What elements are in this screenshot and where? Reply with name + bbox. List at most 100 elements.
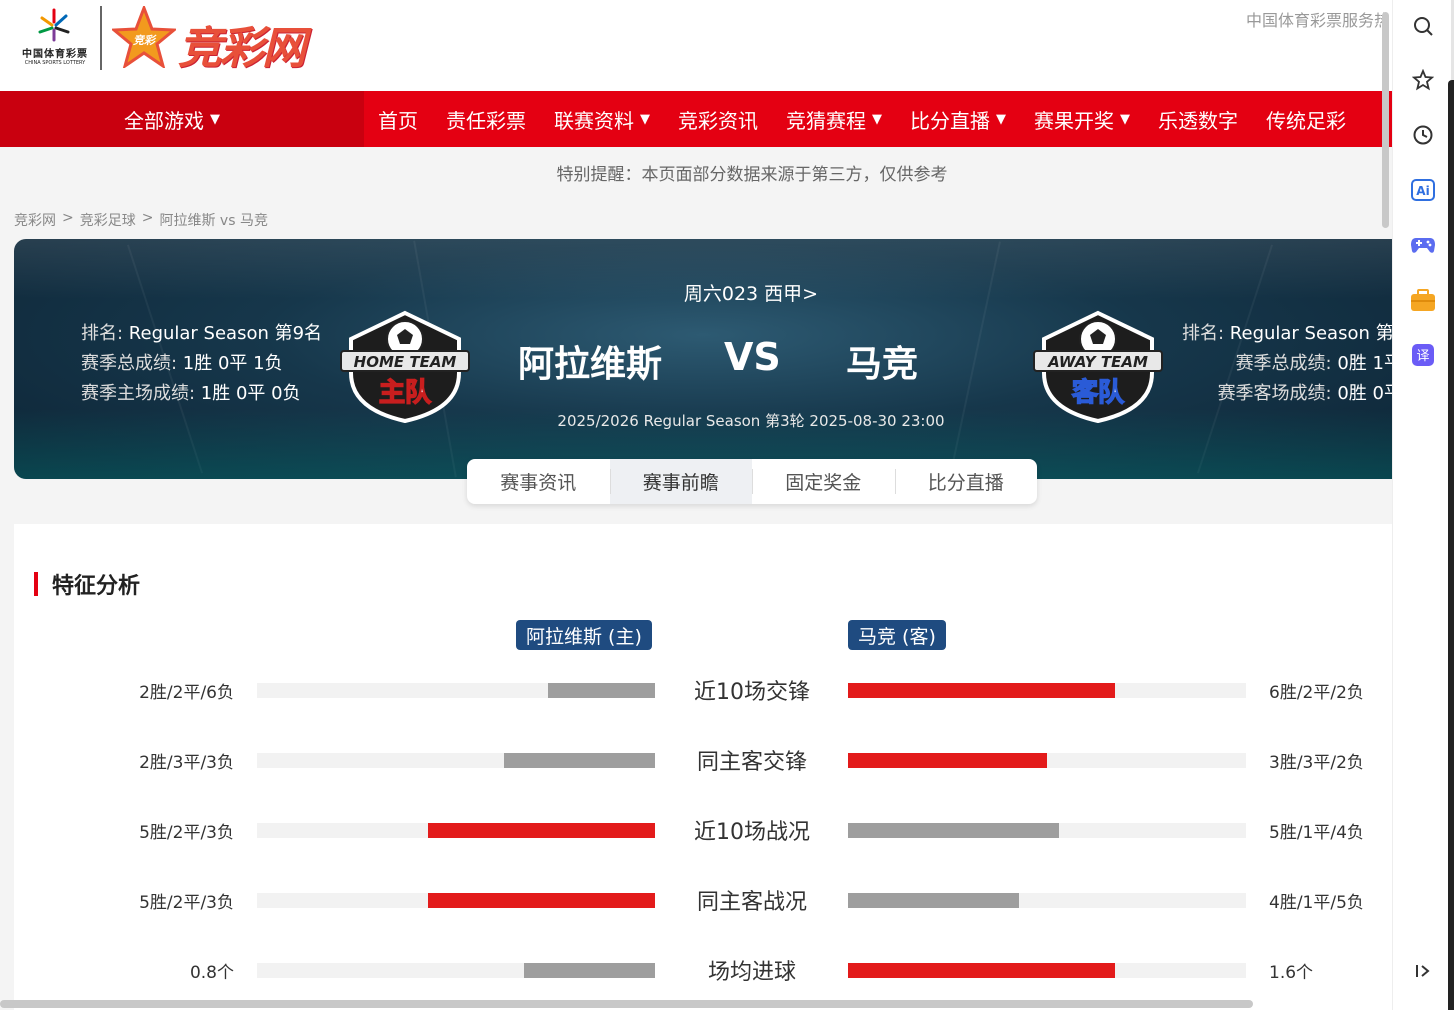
chevron-down-icon: ▼ [872,111,882,127]
tab-3[interactable]: 固定奖金 [752,459,895,504]
metric-label: 同主客交锋 [696,750,807,775]
home-rank: 排名: Regular Season 第9名 [81,323,323,344]
star-icon[interactable] [1407,64,1439,96]
collapse-panel-icon[interactable] [1407,955,1439,987]
nav-items: 首页 责任彩票 联赛资料 ▼ 竞彩资讯 竞猜赛程 ▼ 比分直播 ▼ 赛果开奖 ▼ 乐透数字 传统足彩 [364,91,1360,147]
horizontal-scrollbar[interactable] [0,1000,1253,1008]
nav-item[interactable]: 首页 [364,91,432,147]
chevron-down-icon: ▼ [996,111,1006,127]
nav-item[interactable]: 竞猜赛程 ▼ [772,91,896,147]
home-badge-main-text: 主队 [379,378,432,408]
away-badge-top-text: AWAY TEAM [1047,353,1148,371]
nav-item[interactable]: 责任彩票 [432,91,540,147]
chevron-down-icon: ▼ [210,111,220,127]
all-games-label: 全部游戏 [124,108,204,133]
nav-item-label: 联赛资料 [554,108,634,133]
match-hero: 排名: Regular Season 第9名 赛季总成绩: 1胜 0平 1负 赛… [14,239,1392,479]
nav-item[interactable]: 比分直播 ▼ [896,91,1020,147]
site-name: 竞彩网 [178,23,306,74]
nav-item[interactable]: 联赛资料 ▼ [540,91,664,147]
away-team-tag: 马竞 (客) [848,620,946,650]
home-bar-fill [428,893,655,908]
chevron-down-icon: ▼ [1120,111,1130,127]
breadcrumb-home[interactable]: 竞彩网 [14,210,56,230]
home-bar-track [257,963,655,978]
away-bar-track [848,963,1246,978]
breadcrumb-separator: > [141,210,154,226]
away-value: 6胜/2平/2负 [1269,683,1364,703]
breadcrumb-football[interactable]: 竞彩足球 [80,210,136,230]
lottery-mark-icon [38,8,70,42]
vertical-scrollbar[interactable] [1382,12,1389,228]
title-accent-bar [34,572,38,596]
away-bar-fill [848,893,1020,908]
history-icon[interactable] [1407,119,1439,151]
home-bar-track [257,823,655,838]
home-bar-fill [523,963,655,978]
star-badge-text: 竞彩 [133,34,157,47]
home-value: 2胜/3平/3负 [139,753,234,773]
away-bar-fill [848,963,1115,978]
breadcrumb-separator: > [62,210,74,226]
match-header-link[interactable]: 周六023 西甲> [14,279,1392,306]
feature-analysis-card: 特征分析 阿拉维斯 (主) 马竞 (客) 2胜/2平/6负 近10场交锋 6胜/2平… [14,524,1392,1010]
nav-item[interactable]: 乐透数字 [1144,91,1252,147]
site-logo[interactable]: 竞彩 竞彩网 [112,6,352,74]
nav-item-label: 传统足彩 [1266,108,1346,133]
service-hotline: 中国体育彩票服务热线 [1246,11,1386,30]
season-round-time: 2025/2026 Regular Season 第3轮 2025-08-30 … [557,412,945,430]
nav-item-label: 乐透数字 [1158,108,1238,133]
nav-item[interactable]: 传统足彩 [1252,91,1360,147]
logo-divider [100,6,102,70]
nav-item[interactable]: 竞彩资讯 [664,91,772,147]
home-bar-fill [503,753,655,768]
away-bar-track [848,823,1246,838]
away-team-name: 马竞 [846,344,919,385]
translate-label: 译 [1416,349,1429,364]
away-badge-main-text: 客队 [1072,377,1125,408]
away-value: 5胜/1平/4负 [1269,823,1364,843]
tab-4[interactable]: 比分直播 [894,459,1038,504]
browser-side-panel: Ai 译 [1392,0,1454,1010]
away-bar-fill [848,823,1059,838]
ai-icon[interactable]: Ai [1407,174,1439,206]
all-games-menu[interactable]: 全部游戏 ▼ [0,91,364,147]
home-value: 0.8个 [189,963,234,983]
metric-label: 场均进球 [707,960,796,985]
china-sports-lottery-logo[interactable]: 中国体育彩票 CHINA SPORTS LOTTERY [12,8,98,68]
home-value: 2胜/2平/6负 [139,683,234,703]
game-controller-icon[interactable] [1407,229,1439,261]
section-title: 特征分析 [34,568,140,600]
home-team-name: 阿拉维斯 [518,344,663,385]
analysis-row: 5胜/2平/3负 近10场战况 5胜/1平/4负 [14,810,1392,850]
section-title-text: 特征分析 [52,574,141,599]
away-team-badge-icon: AWAY TEAM 客队 [1033,310,1163,424]
analysis-row: 0.8个 场均进球 1.6个 [14,950,1392,990]
window-edge-dark [1448,80,1454,1010]
vs-label: VS [724,335,781,379]
tab-2[interactable]: 赛事前瞻 [609,459,752,504]
translate-icon[interactable]: 译 [1407,339,1439,371]
nav-item-label: 竞彩资讯 [678,108,758,133]
away-season-venue: 赛季客场成绩: 0胜 0平 [1217,383,1392,404]
nav-item-label: 首页 [378,108,418,133]
search-icon[interactable] [1407,10,1439,42]
analysis-row: 2胜/2平/6负 近10场交锋 6胜/2平/2负 [14,670,1392,710]
home-value: 5胜/2平/3负 [139,893,234,913]
home-team-tag: 阿拉维斯 (主) [516,620,652,650]
nav-item[interactable]: 赛果开奖 ▼ [1020,91,1144,147]
nav-item-label: 责任彩票 [446,108,526,133]
toolbox-icon[interactable] [1407,284,1439,316]
match-tabs: 赛事资讯 赛事前瞻 固定奖金 比分直播 [467,459,1037,504]
metric-label: 近10场交锋 [694,680,810,705]
tab-1[interactable]: 赛事资讯 [467,459,610,504]
chevron-down-icon: ▼ [640,111,650,127]
away-bar-track [848,683,1246,698]
analysis-row: 5胜/2平/3负 同主客战况 4胜/1平/5负 [14,880,1392,920]
home-season-venue: 赛季主场成绩: 1胜 0平 0负 [81,383,301,404]
home-team-badge-icon: HOME TEAM 主队 [340,310,470,424]
home-badge-top-text: HOME TEAM [354,353,457,371]
main-nav: 全部游戏 ▼ 首页 责任彩票 联赛资料 ▼ 竞彩资讯 竞猜赛程 ▼ 比分直播 ▼ 赛果开奖 ▼ 乐透数… [0,91,1392,147]
nav-item-label: 竞猜赛程 [786,108,866,133]
metric-label: 同主客战况 [696,890,807,915]
